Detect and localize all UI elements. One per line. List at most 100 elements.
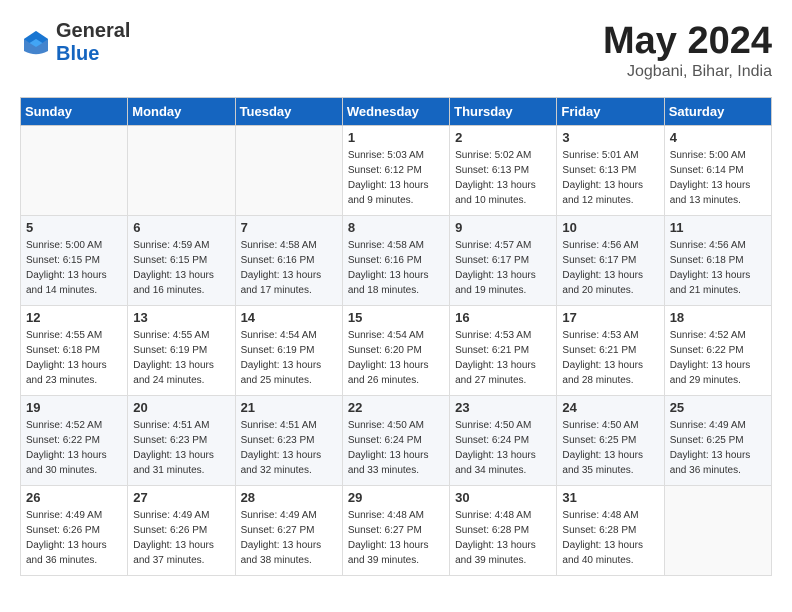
day-info: Sunrise: 4:51 AMSunset: 6:23 PMDaylight:…: [241, 418, 337, 478]
calendar-cell: 22 Sunrise: 4:50 AMSunset: 6:24 PMDayligh…: [342, 396, 449, 486]
day-info: Sunrise: 4:49 AMSunset: 6:25 PMDaylight:…: [670, 418, 766, 478]
day-number: 30: [455, 490, 551, 505]
calendar-cell: 3 Sunrise: 5:01 AMSunset: 6:13 PMDaylight…: [557, 126, 664, 216]
header-thursday: Thursday: [450, 98, 557, 126]
calendar-cell: 7 Sunrise: 4:58 AMSunset: 6:16 PMDaylight…: [235, 216, 342, 306]
calendar-cell: 31Sunrise: 4:48 AMSunset: 6:28 PMDayligh…: [557, 486, 664, 576]
day-number: 14: [241, 310, 337, 325]
calendar-cell: 23 Sunrise: 4:50 AMSunset: 6:24 PMDayligh…: [450, 396, 557, 486]
day-info: Sunrise: 4:52 AMSunset: 6:22 PMDaylight:…: [26, 418, 122, 478]
day-info: Sunrise: 4:54 AMSunset: 6:19 PMDaylight:…: [241, 328, 337, 388]
day-number: 5: [26, 220, 122, 235]
calendar-cell: 21Sunrise: 4:51 AMSunset: 6:23 PMDayligh…: [235, 396, 342, 486]
day-number: 12: [26, 310, 122, 325]
day-number: 15: [348, 310, 444, 325]
day-number: 18: [670, 310, 766, 325]
calendar-cell: 26 Sunrise: 4:49 AMSunset: 6:26 PMDayligh…: [21, 486, 128, 576]
day-number: 25: [670, 400, 766, 415]
calendar-cell: 11 Sunrise: 4:56 AMSunset: 6:18 PMDayligh…: [664, 216, 771, 306]
day-info: Sunrise: 5:00 AMSunset: 6:15 PMDaylight:…: [26, 238, 122, 298]
calendar-cell: 27 Sunrise: 4:49 AMSunset: 6:26 PMDayligh…: [128, 486, 235, 576]
day-info: Sunrise: 4:57 AMSunset: 6:17 PMDaylight:…: [455, 238, 551, 298]
calendar-week-row: 5 Sunrise: 5:00 AMSunset: 6:15 PMDaylight…: [21, 216, 772, 306]
day-number: 27: [133, 490, 229, 505]
day-number: 2: [455, 130, 551, 145]
header-friday: Friday: [557, 98, 664, 126]
logo-icon: [20, 27, 52, 59]
calendar-cell: 18 Sunrise: 4:52 AMSunset: 6:22 PMDayligh…: [664, 306, 771, 396]
calendar-cell: 4 Sunrise: 5:00 AMSunset: 6:14 PMDaylight…: [664, 126, 771, 216]
day-info: Sunrise: 4:59 AMSunset: 6:15 PMDaylight:…: [133, 238, 229, 298]
day-info: Sunrise: 5:02 AMSunset: 6:13 PMDaylight:…: [455, 148, 551, 208]
calendar-cell: 16Sunrise: 4:53 AMSunset: 6:21 PMDayligh…: [450, 306, 557, 396]
calendar-cell: 12Sunrise: 4:55 AMSunset: 6:18 PMDayligh…: [21, 306, 128, 396]
day-number: 22: [348, 400, 444, 415]
day-info: Sunrise: 4:58 AMSunset: 6:16 PMDaylight:…: [241, 238, 337, 298]
month-title: May 2024: [603, 20, 772, 63]
logo-general: General: [56, 20, 130, 42]
day-info: Sunrise: 4:48 AMSunset: 6:28 PMDaylight:…: [455, 508, 551, 568]
calendar-cell: 28Sunrise: 4:49 AMSunset: 6:27 PMDayligh…: [235, 486, 342, 576]
calendar-cell: 6 Sunrise: 4:59 AMSunset: 6:15 PMDaylight…: [128, 216, 235, 306]
calendar-cell: 5 Sunrise: 5:00 AMSunset: 6:15 PMDaylight…: [21, 216, 128, 306]
calendar-table: SundayMondayTuesdayWednesdayThursdayFrid…: [20, 97, 772, 576]
day-info: Sunrise: 4:50 AMSunset: 6:25 PMDaylight:…: [562, 418, 658, 478]
day-info: Sunrise: 4:50 AMSunset: 6:24 PMDaylight:…: [348, 418, 444, 478]
calendar-cell: 13Sunrise: 4:55 AMSunset: 6:19 PMDayligh…: [128, 306, 235, 396]
day-number: 3: [562, 130, 658, 145]
day-number: 4: [670, 130, 766, 145]
day-info: Sunrise: 4:54 AMSunset: 6:20 PMDaylight:…: [348, 328, 444, 388]
day-number: 31: [562, 490, 658, 505]
day-number: 26: [26, 490, 122, 505]
day-info: Sunrise: 4:50 AMSunset: 6:24 PMDaylight:…: [455, 418, 551, 478]
calendar-cell: [21, 126, 128, 216]
calendar-cell: 14 Sunrise: 4:54 AMSunset: 6:19 PMDayligh…: [235, 306, 342, 396]
day-info: Sunrise: 4:49 AMSunset: 6:27 PMDaylight:…: [241, 508, 337, 568]
calendar-cell: [664, 486, 771, 576]
calendar-cell: 9Sunrise: 4:57 AMSunset: 6:17 PMDaylight…: [450, 216, 557, 306]
day-number: 29: [348, 490, 444, 505]
logo-text: General Blue: [56, 20, 130, 66]
header-tuesday: Tuesday: [235, 98, 342, 126]
calendar-cell: 30 Sunrise: 4:48 AMSunset: 6:28 PMDayligh…: [450, 486, 557, 576]
day-number: 17: [562, 310, 658, 325]
day-info: Sunrise: 5:01 AMSunset: 6:13 PMDaylight:…: [562, 148, 658, 208]
day-info: Sunrise: 4:58 AMSunset: 6:16 PMDaylight:…: [348, 238, 444, 298]
day-info: Sunrise: 4:52 AMSunset: 6:22 PMDaylight:…: [670, 328, 766, 388]
logo: General Blue: [20, 20, 130, 66]
day-info: Sunrise: 4:53 AMSunset: 6:21 PMDaylight:…: [562, 328, 658, 388]
day-number: 19: [26, 400, 122, 415]
day-info: Sunrise: 4:55 AMSunset: 6:19 PMDaylight:…: [133, 328, 229, 388]
day-info: Sunrise: 5:00 AMSunset: 6:14 PMDaylight:…: [670, 148, 766, 208]
day-info: Sunrise: 4:56 AMSunset: 6:17 PMDaylight:…: [562, 238, 658, 298]
day-number: 1: [348, 130, 444, 145]
location-title: Jogbani, Bihar, India: [603, 63, 772, 81]
day-info: Sunrise: 4:49 AMSunset: 6:26 PMDaylight:…: [133, 508, 229, 568]
day-info: Sunrise: 5:03 AMSunset: 6:12 PMDaylight:…: [348, 148, 444, 208]
day-number: 20: [133, 400, 229, 415]
calendar-cell: [128, 126, 235, 216]
day-number: 7: [241, 220, 337, 235]
calendar-cell: 20Sunrise: 4:51 AMSunset: 6:23 PMDayligh…: [128, 396, 235, 486]
day-info: Sunrise: 4:53 AMSunset: 6:21 PMDaylight:…: [455, 328, 551, 388]
day-number: 23: [455, 400, 551, 415]
day-info: Sunrise: 4:56 AMSunset: 6:18 PMDaylight:…: [670, 238, 766, 298]
calendar-cell: [235, 126, 342, 216]
calendar-cell: 15 Sunrise: 4:54 AMSunset: 6:20 PMDayligh…: [342, 306, 449, 396]
calendar-week-row: 12Sunrise: 4:55 AMSunset: 6:18 PMDayligh…: [21, 306, 772, 396]
day-info: Sunrise: 4:49 AMSunset: 6:26 PMDaylight:…: [26, 508, 122, 568]
calendar-header-row: SundayMondayTuesdayWednesdayThursdayFrid…: [21, 98, 772, 126]
calendar-cell: 17 Sunrise: 4:53 AMSunset: 6:21 PMDayligh…: [557, 306, 664, 396]
calendar-week-row: 1 Sunrise: 5:03 AMSunset: 6:12 PMDaylight…: [21, 126, 772, 216]
day-number: 8: [348, 220, 444, 235]
calendar-cell: 2 Sunrise: 5:02 AMSunset: 6:13 PMDaylight…: [450, 126, 557, 216]
day-number: 24: [562, 400, 658, 415]
logo-blue: Blue: [56, 43, 99, 65]
title-area: May 2024 Jogbani, Bihar, India: [603, 20, 772, 81]
calendar-cell: 8 Sunrise: 4:58 AMSunset: 6:16 PMDaylight…: [342, 216, 449, 306]
calendar-cell: 1 Sunrise: 5:03 AMSunset: 6:12 PMDaylight…: [342, 126, 449, 216]
day-number: 6: [133, 220, 229, 235]
page-header: General Blue May 2024 Jogbani, Bihar, In…: [20, 20, 772, 81]
day-number: 11: [670, 220, 766, 235]
day-info: Sunrise: 4:48 AMSunset: 6:27 PMDaylight:…: [348, 508, 444, 568]
